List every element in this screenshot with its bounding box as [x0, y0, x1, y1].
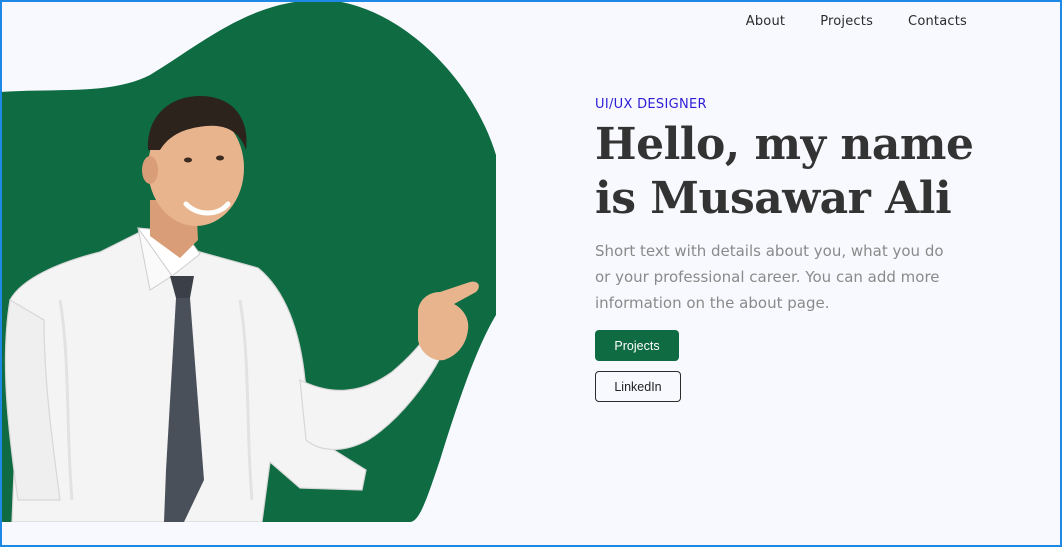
nav-item-contacts[interactable]: Contacts — [908, 14, 967, 29]
role-label: UI/UX DESIGNER — [595, 97, 707, 112]
top-nav: About Projects Contacts — [746, 14, 967, 29]
hero-intro-text: Short text with details about you, what … — [595, 242, 944, 312]
linkedin-button[interactable]: LinkedIn — [595, 371, 681, 402]
nav-item-about[interactable]: About — [746, 14, 785, 29]
hero-headline: Hello, my name is Musawar Ali — [595, 119, 974, 224]
projects-button[interactable]: Projects — [595, 330, 679, 361]
hero-content: UI/UX DESIGNER Hello, my name is Musawar… — [595, 97, 995, 402]
hero-illustration — [0, 0, 496, 522]
nav-item-projects[interactable]: Projects — [820, 14, 873, 29]
